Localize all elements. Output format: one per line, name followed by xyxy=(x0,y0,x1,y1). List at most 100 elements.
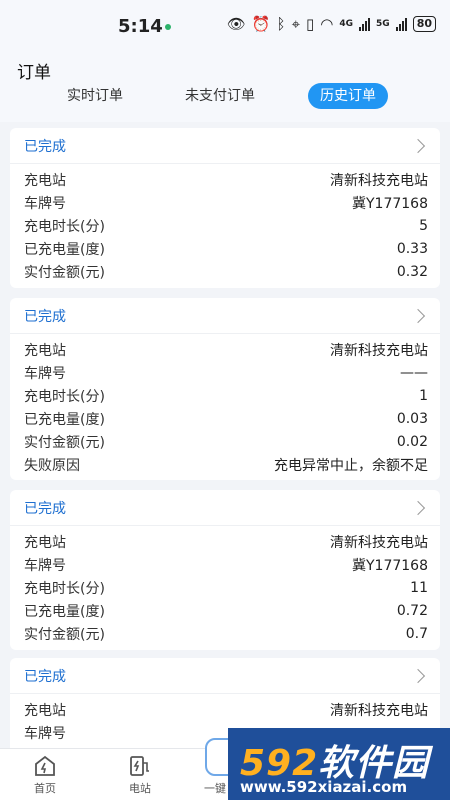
order-card-body: 充电站 清新科技充电站 车牌号 —— 充电时长(分) 1 已充电量(度) 0.03 实付… xyxy=(10,334,440,480)
wifi-icon: ◠ xyxy=(320,15,334,33)
row-value: 充电异常中止，余额不足 xyxy=(274,457,428,474)
order-status: 已完成 xyxy=(24,138,66,155)
order-row-station: 充电站 清新科技充电站 xyxy=(24,698,428,721)
row-value: 0.72 xyxy=(396,602,428,619)
row-label: 充电时长(分) xyxy=(24,218,105,235)
vibrate-icon: ▯ xyxy=(306,15,315,33)
row-label: 已充电量(度) xyxy=(24,603,105,620)
row-label: 实付金额(元) xyxy=(24,264,105,281)
order-card-body: 充电站 清新科技充电站 车牌号 冀Y177168 充电时长(分) 11 已充电量(度)… xyxy=(10,526,440,649)
watermark-url: www.592xiazai.com xyxy=(240,778,408,796)
watermark-logo: 592软件园 www.592xiazai.com xyxy=(228,728,450,800)
row-label: 车牌号 xyxy=(24,725,66,742)
order-tabs: 实时订单 未支付订单 历史订单 xyxy=(0,83,450,111)
row-label: 车牌号 xyxy=(24,365,66,382)
row-value: 冀Y177168 xyxy=(352,557,428,574)
row-label: 车牌号 xyxy=(24,557,66,574)
order-row-station: 充电站 清新科技充电站 xyxy=(24,338,428,361)
order-row-failure-reason: 失败原因 充电异常中止，余额不足 xyxy=(24,453,428,476)
row-value: —— xyxy=(400,364,428,381)
header: 订单 实时订单 未支付订单 历史订单 xyxy=(0,50,450,122)
order-status: 已完成 xyxy=(24,308,66,325)
order-row-amount: 实付金额(元) 0.32 xyxy=(24,260,428,283)
row-label: 车牌号 xyxy=(24,195,66,212)
order-row-plate: 车牌号 —— xyxy=(24,361,428,384)
order-row-plate: 车牌号 冀Y177168 xyxy=(24,191,428,214)
nav-item-home[interactable]: 首页 xyxy=(10,755,80,796)
charging-station-icon xyxy=(128,755,152,777)
order-row-station: 充电站 清新科技充电站 xyxy=(24,168,428,191)
order-card-body: 充电站 清新科技充电站 车牌号 冀Y177168 充电时长(分) 5 已充电量(度) 0… xyxy=(10,164,440,287)
chevron-right-icon[interactable] xyxy=(410,668,426,683)
order-card-header[interactable]: 已完成 xyxy=(10,128,440,164)
chevron-right-icon[interactable] xyxy=(410,308,426,323)
row-label: 充电时长(分) xyxy=(24,580,105,597)
order-card-header[interactable]: 已完成 xyxy=(10,658,440,694)
status-icons: 👁 ⏰ ᛒ ⌖ ▯ ◠ 4G 5G 80 xyxy=(227,16,436,32)
nav-label: 电站 xyxy=(129,782,151,795)
row-value: 清新科技充电站 xyxy=(330,534,428,551)
order-row-energy: 已充电量(度) 0.03 xyxy=(24,407,428,430)
tab-unpaid-orders[interactable]: 未支付订单 xyxy=(173,83,267,109)
row-label: 已充电量(度) xyxy=(24,241,105,258)
row-value: 清新科技充电站 xyxy=(330,342,428,359)
order-status: 已完成 xyxy=(24,668,66,685)
battery-icon: 80 xyxy=(412,16,436,32)
order-card[interactable]: 已完成 充电站 清新科技充电站 车牌号 冀Y177168 充电时长(分) 5 已充电量… xyxy=(10,128,440,288)
row-label: 充电站 xyxy=(24,534,66,551)
row-value: 清新科技充电站 xyxy=(330,172,428,189)
row-value: 0.33 xyxy=(396,240,428,257)
order-row-duration: 充电时长(分) 1 xyxy=(24,384,428,407)
order-card[interactable]: 已完成 充电站 清新科技充电站 车牌号 —— 充电时长(分) 1 已充电量(度) 0.0… xyxy=(10,298,440,480)
signal-5g-icon xyxy=(395,17,407,31)
row-value: 5 xyxy=(419,217,428,234)
order-row-station: 充电站 清新科技充电站 xyxy=(24,530,428,553)
row-value: 清新科技充电站 xyxy=(330,702,428,719)
row-label: 充电站 xyxy=(24,702,66,719)
signal-icon xyxy=(359,17,371,31)
row-label: 充电站 xyxy=(24,172,66,189)
order-card-header[interactable]: 已完成 xyxy=(10,490,440,526)
notification-dot-icon xyxy=(165,24,171,30)
nav-label: 首页 xyxy=(34,782,56,795)
chevron-right-icon[interactable] xyxy=(410,500,426,515)
row-label: 充电时长(分) xyxy=(24,388,105,405)
nav-item-station[interactable]: 电站 xyxy=(105,755,175,796)
order-row-energy: 已充电量(度) 0.33 xyxy=(24,237,428,260)
order-row-duration: 充电时长(分) 5 xyxy=(24,214,428,237)
row-value: 11 xyxy=(410,579,428,596)
row-label: 充电站 xyxy=(24,342,66,359)
row-label: 已充电量(度) xyxy=(24,411,105,428)
order-card[interactable]: 已完成 充电站 清新科技充电站 车牌号 冀Y177168 充电时长(分) 11 已充电… xyxy=(10,490,440,650)
order-row-duration: 充电时长(分) 11 xyxy=(24,576,428,599)
row-value: 0.7 xyxy=(405,625,428,642)
row-value: 冀Y177168 xyxy=(352,195,428,212)
order-row-amount: 实付金额(元) 0.02 xyxy=(24,430,428,453)
order-card-header[interactable]: 已完成 xyxy=(10,298,440,334)
order-status: 已完成 xyxy=(24,500,66,517)
row-value: 0.03 xyxy=(396,410,428,427)
network-5g-label: 5G xyxy=(376,18,390,29)
order-row-plate: 车牌号 冀Y177168 xyxy=(24,553,428,576)
row-value: 1 xyxy=(419,387,428,404)
row-value: 0.32 xyxy=(396,263,428,280)
alarm-icon: ⏰ xyxy=(251,15,271,33)
tab-realtime-orders[interactable]: 实时订单 xyxy=(55,83,135,109)
eye-icon: 👁 xyxy=(226,15,246,33)
row-label: 实付金额(元) xyxy=(24,434,105,451)
chevron-right-icon[interactable] xyxy=(410,138,426,153)
network-4g-label: 4G xyxy=(339,18,354,29)
row-value: 0.02 xyxy=(396,433,428,450)
row-label: 实付金额(元) xyxy=(24,626,105,643)
bluetooth-icon: ᛒ xyxy=(276,15,286,33)
status-bar: 5:14 👁 ⏰ ᛒ ⌖ ▯ ◠ 4G 5G 80 xyxy=(0,0,450,50)
order-row-energy: 已充电量(度) 0.72 xyxy=(24,599,428,622)
location-icon: ⌖ xyxy=(291,15,301,33)
order-row-amount: 实付金额(元) 0.7 xyxy=(24,622,428,645)
page-title: 订单 xyxy=(17,63,51,83)
home-icon xyxy=(33,755,57,777)
nav-label: 一键 xyxy=(204,782,226,795)
status-time: 5:14 xyxy=(118,16,163,37)
row-label: 失败原因 xyxy=(24,457,80,474)
tab-history-orders[interactable]: 历史订单 xyxy=(308,83,388,109)
